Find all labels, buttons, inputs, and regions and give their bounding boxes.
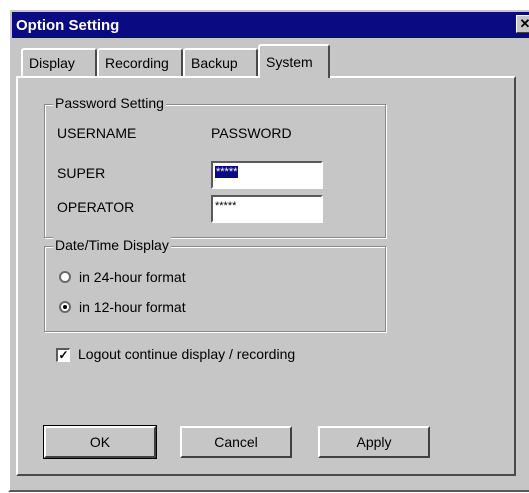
window-title: Option Setting — [16, 16, 120, 34]
logout-continue-checkbox[interactable]: ✓ — [56, 348, 70, 362]
radio-24-hour-label[interactable]: in 24-hour format — [79, 269, 186, 285]
title-bar[interactable]: Option Setting ✕ — [12, 12, 529, 38]
super-password-value: ***** — [215, 166, 239, 178]
tab-backup[interactable]: Backup — [183, 48, 258, 76]
radio-24-hour[interactable] — [59, 271, 71, 283]
cancel-button-label: Cancel — [214, 434, 258, 450]
operator-label: OPERATOR — [57, 199, 135, 215]
tab-recording[interactable]: Recording — [97, 48, 183, 76]
password-header: PASSWORD — [211, 125, 292, 141]
password-setting-group: Password Setting USERNAME PASSWORD SUPER… — [44, 95, 386, 238]
tab-system[interactable]: System — [258, 44, 330, 78]
tab-backup-label: Backup — [191, 55, 238, 71]
system-tab-panel: Password Setting USERNAME PASSWORD SUPER… — [16, 76, 516, 476]
tab-display[interactable]: Display — [21, 48, 97, 76]
password-setting-title: Password Setting — [53, 95, 166, 111]
tab-system-label: System — [266, 54, 313, 70]
apply-button-label: Apply — [356, 434, 392, 450]
cancel-button[interactable]: Cancel — [180, 426, 292, 458]
radio-12-hour-label[interactable]: in 12-hour format — [79, 299, 186, 315]
operator-password-value: ***** — [215, 200, 237, 212]
datetime-display-title: Date/Time Display — [53, 237, 171, 253]
ok-button[interactable]: OK — [43, 425, 157, 459]
apply-button[interactable]: Apply — [318, 426, 430, 458]
username-header: USERNAME — [57, 125, 137, 141]
logout-continue-label[interactable]: Logout continue display / recording — [78, 346, 295, 362]
super-password-field[interactable]: ***** — [211, 161, 323, 189]
radio-selected-dot — [63, 305, 67, 309]
datetime-display-group: Date/Time Display in 24-hour format in 1… — [44, 237, 386, 332]
close-icon[interactable]: ✕ — [516, 15, 529, 33]
radio-12-hour[interactable] — [59, 301, 71, 313]
operator-password-field[interactable]: ***** — [211, 195, 323, 223]
super-label: SUPER — [57, 165, 106, 181]
tab-recording-label: Recording — [105, 55, 169, 71]
tab-display-label: Display — [29, 55, 75, 71]
ok-button-label: OK — [89, 434, 111, 450]
